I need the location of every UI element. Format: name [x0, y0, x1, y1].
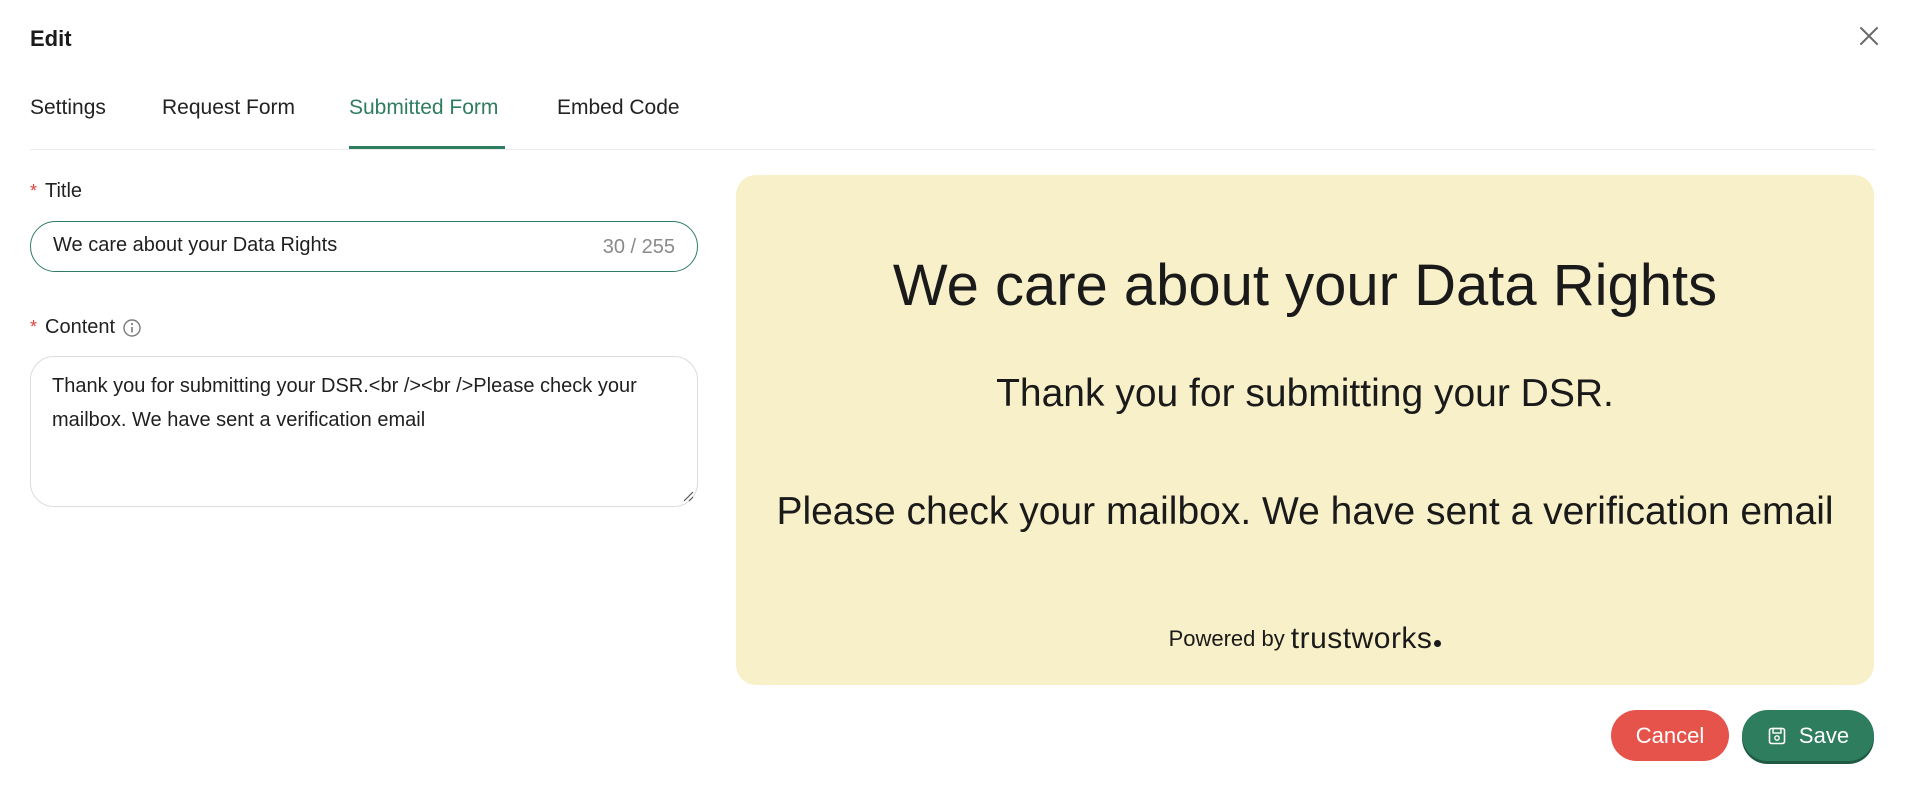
- tab-bar: Settings Request Form Submitted Form Emb…: [30, 88, 1875, 150]
- powered-by-footer: Powered by trustworks: [736, 622, 1874, 656]
- resize-handle-icon[interactable]: [682, 490, 694, 502]
- title-input[interactable]: [53, 234, 573, 257]
- title-field[interactable]: 30 / 255: [30, 221, 698, 272]
- preview-title: We care about your Data Rights: [892, 253, 1718, 318]
- preview-message-line-1: Thank you for submitting your DSR.: [996, 372, 1614, 415]
- save-button[interactable]: Save: [1742, 710, 1874, 761]
- active-tab-indicator: [349, 146, 505, 149]
- close-button[interactable]: [1856, 23, 1882, 49]
- brand-dot: [1434, 640, 1442, 648]
- cancel-button-label: Cancel: [1635, 722, 1705, 748]
- title-label: * Title: [30, 180, 82, 203]
- title-label-text: Title: [45, 180, 83, 202]
- tab-embed-code[interactable]: Embed Code: [557, 96, 680, 120]
- content-label-text: Content: [45, 316, 116, 338]
- content-label: * Content: [30, 316, 142, 339]
- save-icon: [1768, 727, 1786, 744]
- tab-request-form[interactable]: Request Form: [162, 96, 295, 120]
- brand-logo: trustworks: [1290, 622, 1433, 655]
- cancel-button[interactable]: Cancel: [1611, 710, 1729, 761]
- required-marker: *: [30, 181, 38, 201]
- info-icon[interactable]: [122, 318, 142, 338]
- save-button-label: Save: [1798, 722, 1850, 748]
- preview-panel: We care about your Data Rights Thank you…: [736, 175, 1874, 685]
- powered-by-text: Powered by: [1168, 626, 1285, 651]
- tab-submitted-form[interactable]: Submitted Form: [349, 96, 498, 120]
- preview-message-line-2: Please check your mailbox. We have sent …: [776, 490, 1834, 533]
- character-counter: 30 / 255: [602, 236, 675, 258]
- required-marker: *: [30, 317, 38, 337]
- content-textarea[interactable]: Thank you for submitting your DSR.<br />…: [30, 356, 698, 507]
- tab-settings[interactable]: Settings: [30, 96, 106, 120]
- edit-modal: Edit Settings Request Form Submitted For…: [0, 0, 1908, 808]
- modal-title: Edit: [30, 26, 72, 51]
- close-icon: [1860, 27, 1878, 45]
